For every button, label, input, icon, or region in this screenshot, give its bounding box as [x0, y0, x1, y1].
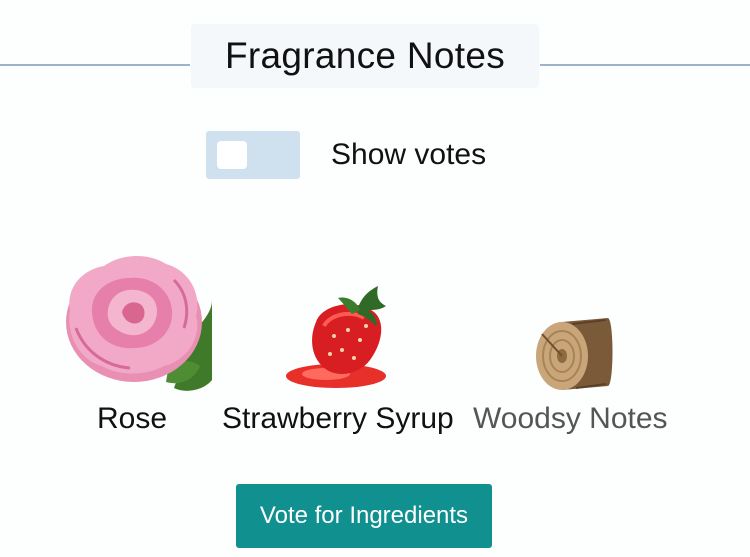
note-label-rose: Rose	[97, 402, 168, 435]
show-votes-toggle[interactable]	[206, 131, 300, 179]
note-label-woodsy-notes: Woodsy Notes	[473, 402, 668, 435]
strawberry-syrup-image[interactable]	[286, 282, 396, 394]
wood-log-image[interactable]	[532, 314, 614, 394]
vote-for-ingredients-button[interactable]: Vote for Ingredients	[236, 484, 492, 548]
title-divider-left	[0, 64, 190, 66]
rose-image[interactable]	[56, 240, 212, 398]
toggle-knob	[217, 141, 247, 169]
title-divider-right	[540, 64, 750, 66]
section-title: Fragrance Notes	[224, 35, 506, 76]
note-label-strawberry-syrup: Strawberry Syrup	[222, 402, 454, 435]
show-votes-label[interactable]: Show votes	[331, 136, 486, 174]
section-title-box: Fragrance Notes	[191, 24, 539, 88]
